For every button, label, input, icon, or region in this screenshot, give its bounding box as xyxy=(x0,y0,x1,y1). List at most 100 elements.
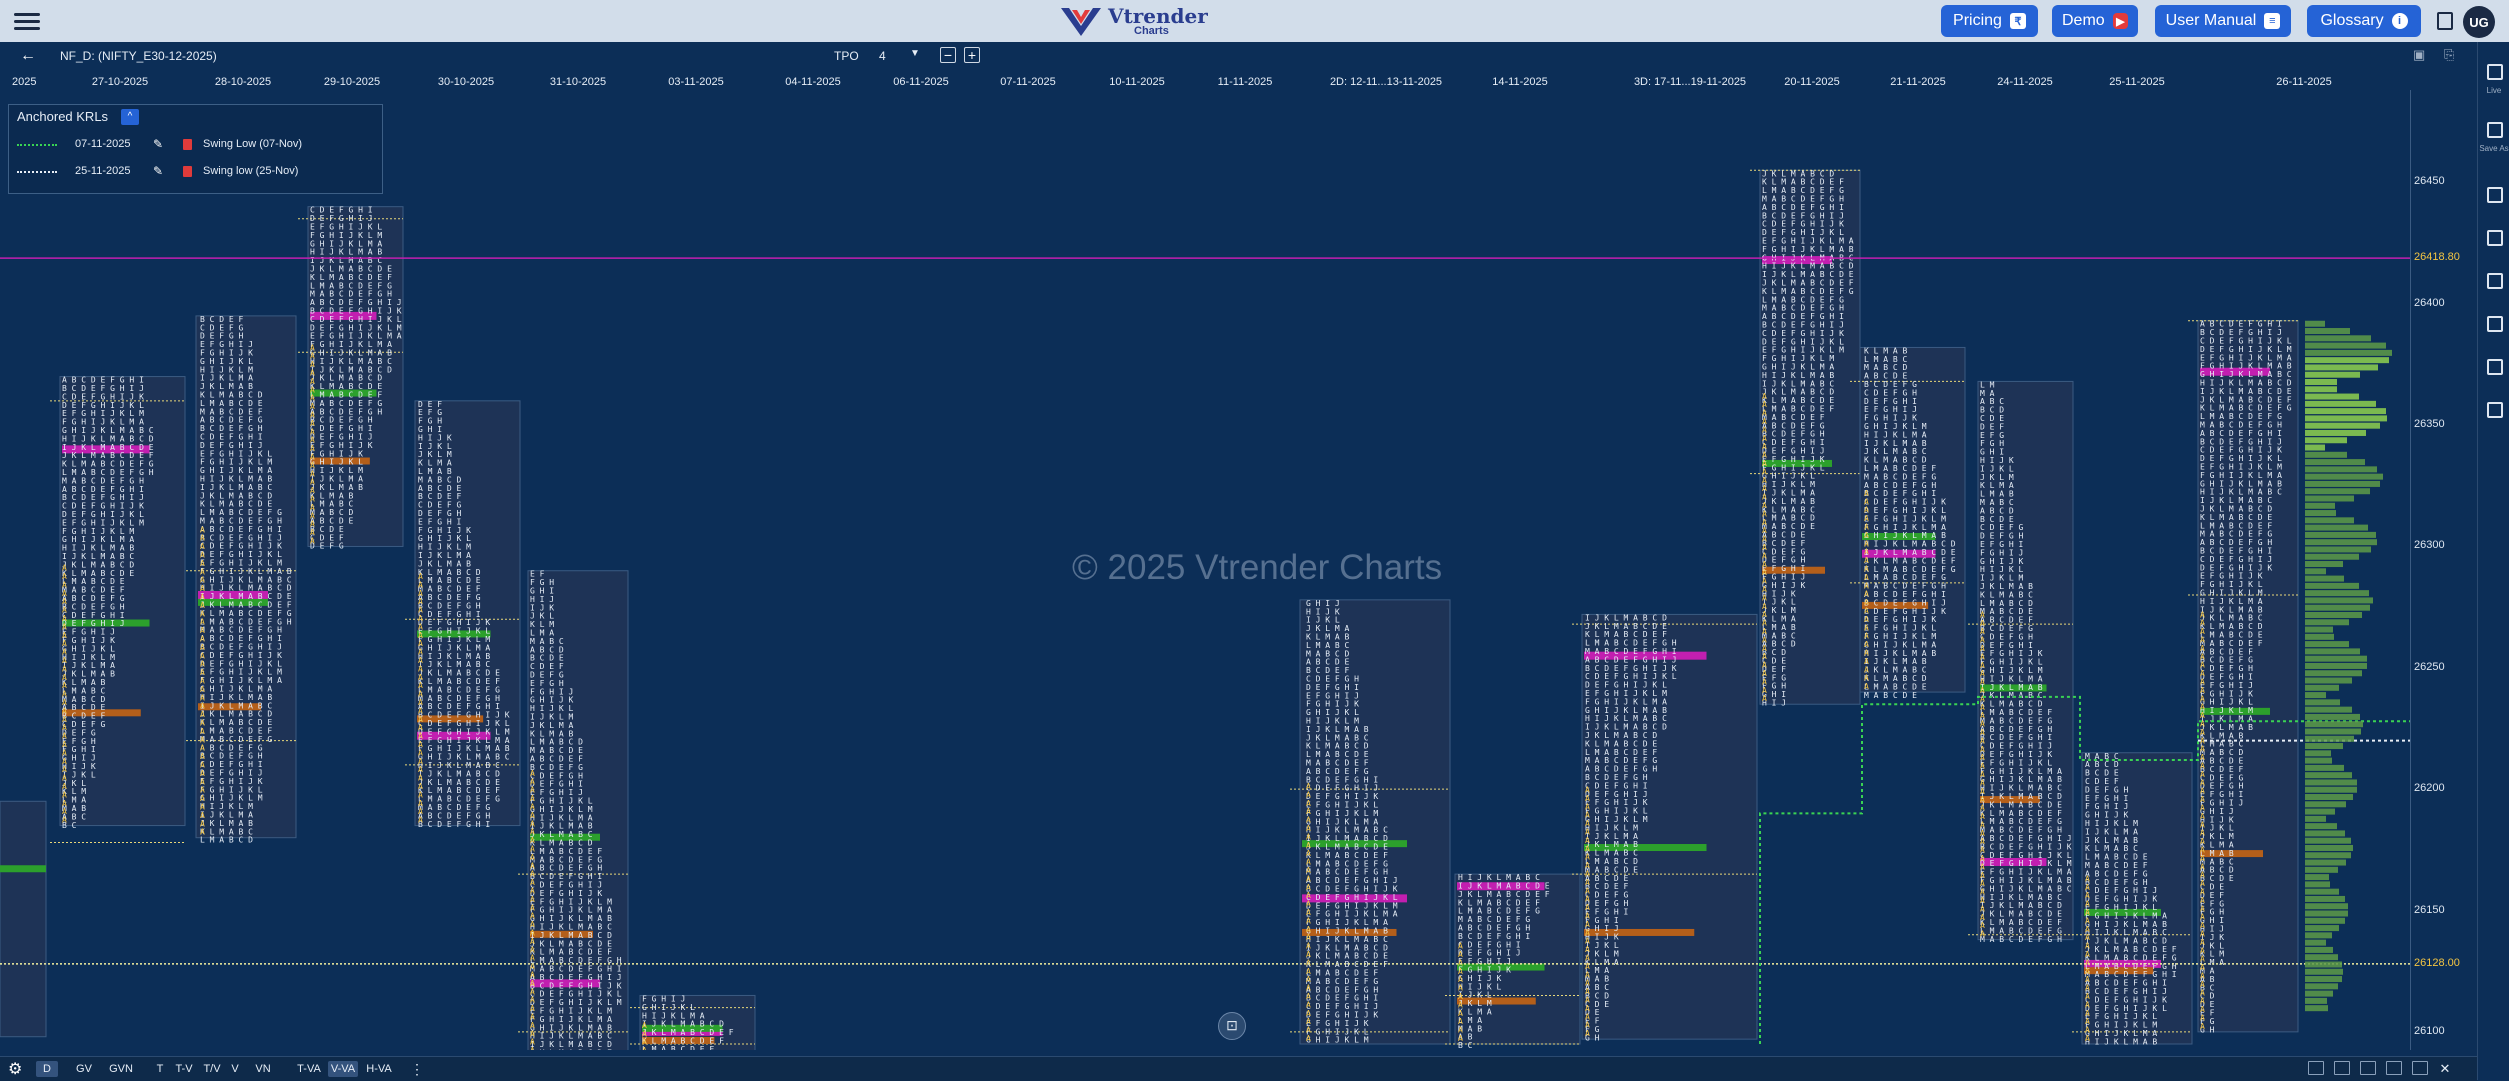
square-icon[interactable] xyxy=(2487,187,2503,203)
tpo-row: M A B C D E xyxy=(1864,691,1917,700)
tpo-a-letter: A xyxy=(1458,992,1463,1001)
line-chart-icon[interactable] xyxy=(2334,1061,2350,1075)
tpo-a-letter: A xyxy=(1980,795,1985,804)
pricing-button[interactable]: Pricing ₹ xyxy=(1941,5,2038,37)
view-H-VA[interactable]: H-VA xyxy=(364,1061,394,1077)
tpo-a-letter: A xyxy=(200,677,205,686)
more-options-icon[interactable]: ⋮ xyxy=(410,1061,424,1077)
tpo-a-letter: A xyxy=(1306,1009,1311,1018)
tpo-a-letter: A xyxy=(1864,674,1869,683)
user-avatar[interactable]: UG xyxy=(2463,6,2495,38)
krl-label: Swing Low (07-Nov) xyxy=(203,138,303,150)
hamburger-menu-icon[interactable] xyxy=(14,10,40,32)
volume-bar xyxy=(2305,895,2345,902)
grid-view-icon[interactable] xyxy=(2487,402,2503,418)
zoom-out-button[interactable]: − xyxy=(940,47,956,63)
list-icon[interactable] xyxy=(2487,230,2503,246)
menu-lines-icon[interactable] xyxy=(2487,273,2503,289)
tpo-a-letter: A xyxy=(1458,967,1463,976)
save-icon[interactable]: ▣ xyxy=(2413,47,2429,63)
tpo-a-letter: A xyxy=(2200,753,2205,762)
volume-bar xyxy=(2305,990,2333,997)
volume-bar xyxy=(2305,815,2326,822)
tpo-a-letter: A xyxy=(1762,619,1767,628)
tpo-a-letter: A xyxy=(200,761,205,770)
tpo-a-letter: A xyxy=(1762,669,1767,678)
delete-trash-icon[interactable] xyxy=(183,166,192,177)
volume-bar xyxy=(2305,932,2332,939)
date-label: 30-10-2025 xyxy=(437,76,495,88)
vtrender-logo[interactable]: Vtrender Charts xyxy=(1058,3,1208,39)
tpo-a-letter: A xyxy=(2200,787,2205,796)
volume-bar xyxy=(2305,874,2329,881)
demo-button[interactable]: Demo ▶ xyxy=(2052,5,2138,37)
krl-date: 07-11-2025 xyxy=(75,138,131,150)
view-GV[interactable]: GV xyxy=(72,1061,96,1077)
tpo-a-letter: A xyxy=(2200,669,2205,678)
date-label: 07-11-2025 xyxy=(1000,76,1056,88)
tpo-a-letter: A xyxy=(1980,652,1985,661)
volume-bar xyxy=(2305,342,2386,349)
view-T[interactable]: T xyxy=(152,1061,168,1077)
export-icon[interactable]: ⎘ xyxy=(2444,47,2460,63)
tpo-a-letter: A xyxy=(1762,535,1767,544)
tpo-a-letter: A xyxy=(1306,782,1311,791)
edit-pencil-icon[interactable]: ✎ xyxy=(153,164,163,178)
user-manual-button[interactable]: User Manual ≡ xyxy=(2155,5,2291,37)
glossary-button[interactable]: Glossary i xyxy=(2307,5,2421,37)
tpo-a-letter: A xyxy=(530,878,535,887)
tpo-a-letter: A xyxy=(1306,858,1311,867)
date-label: 04-11-2025 xyxy=(785,76,841,88)
tpo-a-letter: A xyxy=(200,693,205,702)
tpo-a-letter: A xyxy=(200,601,205,610)
volume-bar xyxy=(2305,677,2352,684)
view-D[interactable]: D xyxy=(36,1061,58,1077)
tpo-a-letter: A xyxy=(2200,703,2205,712)
tpo-a-letter: A xyxy=(310,528,315,537)
tpo-a-letter: A xyxy=(1585,811,1590,820)
view-T-VA[interactable]: T-VA xyxy=(294,1061,324,1077)
screenshot-icon[interactable]: ⊡ xyxy=(1218,1012,1246,1040)
delete-trash-icon[interactable] xyxy=(183,139,192,150)
tpo-a-letter: A xyxy=(1762,635,1767,644)
close-icon[interactable]: ✕ xyxy=(2438,1061,2452,1077)
tpo-a-letter: A xyxy=(200,803,205,812)
layers-icon[interactable] xyxy=(2487,316,2503,332)
view-T-V[interactable]: T-V xyxy=(172,1061,196,1077)
settings-gear-icon[interactable]: ⚙ xyxy=(8,1059,22,1079)
bookmark-icon[interactable] xyxy=(2437,12,2453,30)
tpo-a-letter: A xyxy=(310,486,315,495)
volume-bar xyxy=(2305,546,2371,553)
chevron-down-icon[interactable]: ▼ xyxy=(910,48,920,59)
tpo-a-letter: A xyxy=(530,895,535,904)
volume-bar xyxy=(2305,364,2378,371)
tpo-a-letter: A xyxy=(2200,770,2205,779)
zoom-in-button[interactable]: + xyxy=(964,47,980,63)
collapse-toggle[interactable]: ^ xyxy=(121,109,139,125)
layout-icon[interactable] xyxy=(2360,1061,2376,1075)
view-V-VA[interactable]: V-VA xyxy=(328,1061,358,1077)
tpo-a-letter: A xyxy=(200,769,205,778)
tpo-a-letter: A xyxy=(2200,988,2205,997)
tpo-size-select[interactable]: 4 xyxy=(879,49,886,63)
view-VN[interactable]: VN xyxy=(252,1061,274,1077)
view-GVN[interactable]: GVN xyxy=(106,1061,136,1077)
view-V[interactable]: V xyxy=(228,1061,242,1077)
panel-icon[interactable] xyxy=(2386,1061,2402,1075)
back-arrow-icon[interactable]: ← xyxy=(20,47,36,65)
tpo-a-letter: A xyxy=(310,511,315,520)
tpo-a-letter: A xyxy=(1762,459,1767,468)
grid-icon[interactable] xyxy=(2308,1061,2324,1075)
volume-bar xyxy=(2305,335,2371,342)
volume-bar xyxy=(2305,517,2354,524)
volume-bar xyxy=(2305,743,2343,750)
view-T/V[interactable]: T/V xyxy=(200,1061,224,1077)
fullscreen-icon[interactable] xyxy=(2412,1061,2428,1075)
columns-icon[interactable] xyxy=(2487,359,2503,375)
edit-pencil-icon[interactable]: ✎ xyxy=(153,137,163,151)
tpo-a-letter: A xyxy=(1306,950,1311,959)
save-as-icon[interactable] xyxy=(2487,122,2503,138)
live-icon[interactable] xyxy=(2487,64,2503,80)
tpo-a-letter: A xyxy=(1980,804,1985,813)
tpo-a-letter: A xyxy=(530,929,535,938)
